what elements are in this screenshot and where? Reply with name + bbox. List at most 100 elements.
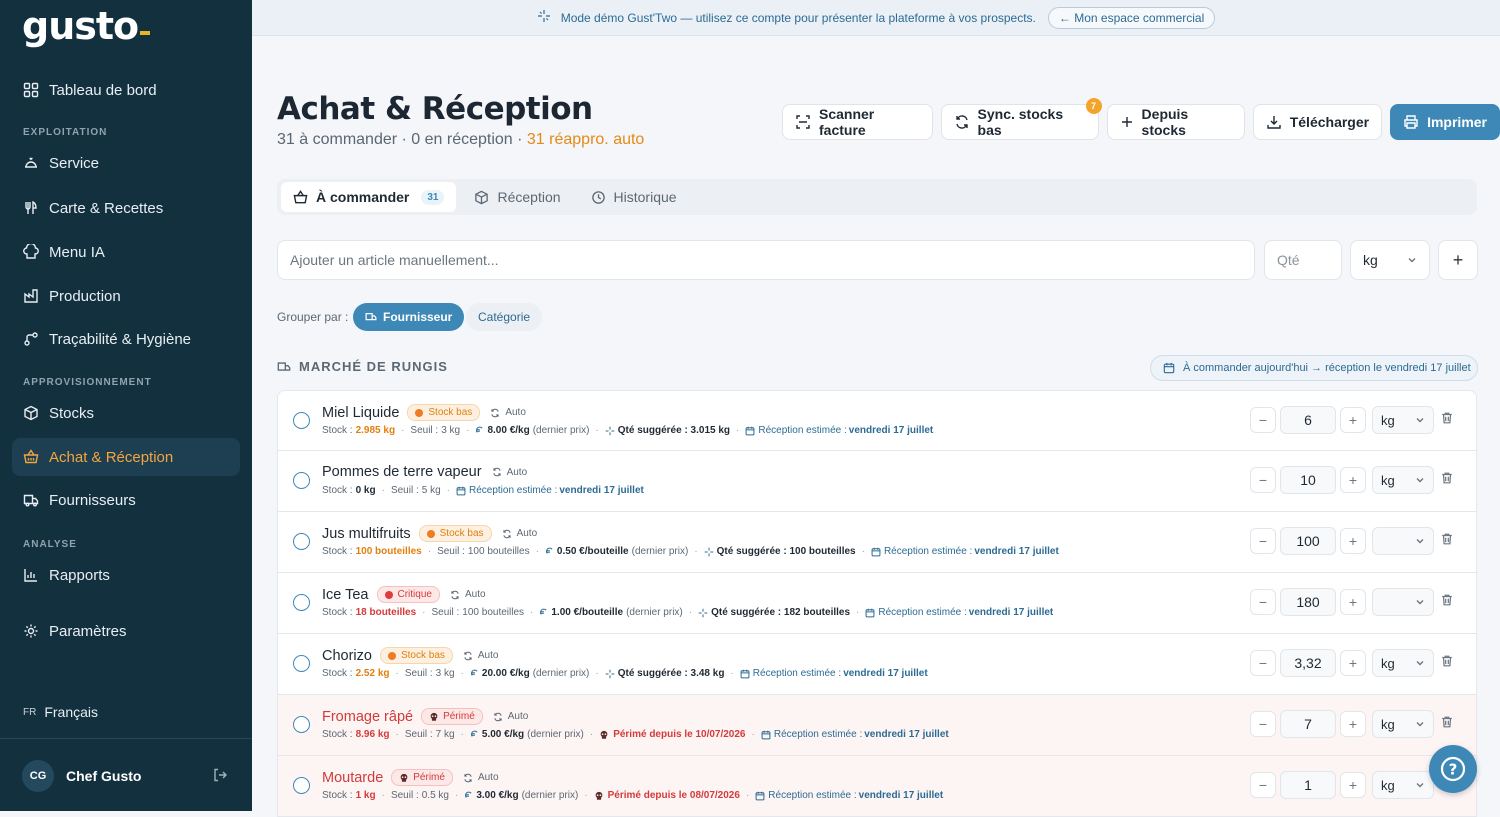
download-button[interactable]: Télécharger xyxy=(1252,104,1383,140)
trash-icon[interactable] xyxy=(1440,715,1454,729)
quantity-input[interactable]: 1 xyxy=(1280,771,1336,799)
quantity-input[interactable]: 6 xyxy=(1280,406,1336,434)
decrement-button[interactable]: − xyxy=(1250,589,1276,615)
item-details: Stock : 18 bouteilles · Seuil : 100 boutei… xyxy=(322,607,1054,618)
sidebar-item-stocks[interactable]: Stocks xyxy=(12,394,240,432)
scan-invoice-button[interactable]: Scanner facture xyxy=(782,104,933,140)
status-badge: Stock bas xyxy=(379,647,453,664)
increment-button[interactable]: + xyxy=(1340,711,1366,737)
price-note: (dernier prix) xyxy=(532,425,590,436)
decrement-button[interactable]: − xyxy=(1250,711,1276,737)
print-button[interactable]: Imprimer xyxy=(1390,104,1500,140)
decrement-button[interactable]: − xyxy=(1250,407,1276,433)
decrement-button[interactable]: − xyxy=(1250,528,1276,554)
quantity-input[interactable]: 7 xyxy=(1280,710,1336,738)
printer-icon xyxy=(1403,114,1419,130)
sidebar-divider xyxy=(0,738,252,739)
chevron-down-icon xyxy=(1415,536,1425,546)
truck-icon xyxy=(277,360,291,374)
gusto-logo[interactable]: gusto xyxy=(22,4,151,48)
increment-button[interactable]: + xyxy=(1340,467,1366,493)
row-select-radio[interactable] xyxy=(293,594,310,611)
add-unit-select[interactable]: kg xyxy=(1350,240,1430,280)
sidebar-item-menu-ia[interactable]: Menu IA xyxy=(12,233,240,271)
decrement-button[interactable]: − xyxy=(1250,772,1276,798)
download-icon xyxy=(1266,114,1282,130)
unit-select[interactable]: kg xyxy=(1372,649,1434,677)
tab-reception[interactable]: Réception xyxy=(462,182,572,212)
increment-button[interactable]: + xyxy=(1340,589,1366,615)
logout-icon[interactable] xyxy=(212,767,230,785)
box-icon xyxy=(22,404,40,422)
quantity-input[interactable]: 10 xyxy=(1280,466,1336,494)
user-profile[interactable]: CG Chef Gusto xyxy=(22,760,141,792)
sidebar-item-production[interactable]: Production xyxy=(12,277,240,315)
sidebar-item-tracabilite[interactable]: Traçabilité & Hygiène xyxy=(12,320,240,358)
add-item-input[interactable]: Ajouter un article manuellement... xyxy=(277,240,1255,280)
row-select-radio[interactable] xyxy=(293,412,310,429)
unit-select[interactable] xyxy=(1372,527,1434,555)
row-select-radio[interactable] xyxy=(293,716,310,733)
table-row: Chorizo Stock bas Auto Stock : 2.52 kg · Seui… xyxy=(277,634,1477,695)
row-select-radio[interactable] xyxy=(293,472,310,489)
sidebar-item-fournisseurs[interactable]: Fournisseurs xyxy=(12,481,240,519)
suggested-qty: Qté suggérée : 100 bouteilles xyxy=(716,546,856,557)
sidebar-item-rapports[interactable]: Rapports xyxy=(12,556,240,594)
trace-icon xyxy=(22,330,40,348)
commercial-space-button[interactable]: ← Mon espace commercial xyxy=(1047,6,1216,29)
trash-icon[interactable] xyxy=(1440,532,1454,546)
sidebar-item-service[interactable]: Service xyxy=(12,144,240,182)
sidebar-item-label: Carte & Recettes xyxy=(49,199,164,217)
sidebar-item-parametres[interactable]: Paramètres xyxy=(12,612,240,650)
refresh-icon xyxy=(450,590,460,600)
add-qty-input[interactable]: Qté xyxy=(1264,240,1342,280)
price-note: (dernier prix) xyxy=(521,790,579,801)
unit-select[interactable] xyxy=(1372,588,1434,616)
decrement-button[interactable]: − xyxy=(1250,467,1276,493)
quantity-input[interactable]: 3,32 xyxy=(1280,649,1336,677)
sidebar-item-achat-reception[interactable]: Achat & Réception xyxy=(12,438,240,476)
status-dot-icon xyxy=(384,590,393,599)
table-row: Jus multifruits Stock bas Auto Stock : 100 … xyxy=(277,512,1477,573)
row-select-radio[interactable] xyxy=(293,655,310,672)
language-selector[interactable]: FR Français xyxy=(23,704,98,720)
tab-historique[interactable]: Historique xyxy=(579,182,689,212)
sidebar-item-label: Rapports xyxy=(49,566,110,584)
increment-button[interactable]: + xyxy=(1340,528,1366,554)
item-details: Stock : 8.96 kg · Seuil : 7 kg · 5.00 €/kg (d… xyxy=(322,729,949,740)
from-stock-button[interactable]: Depuis stocks xyxy=(1106,104,1245,140)
unit-select[interactable]: kg xyxy=(1372,466,1434,494)
unit-select[interactable]: kg xyxy=(1372,406,1434,434)
group-by-supplier-chip[interactable]: Fournisseur xyxy=(353,303,465,331)
row-select-radio[interactable] xyxy=(293,533,310,550)
trash-icon[interactable] xyxy=(1440,654,1454,668)
trash-icon[interactable] xyxy=(1440,411,1454,425)
quantity-stepper: −10 + kg xyxy=(1250,466,1434,494)
unit-select[interactable]: kg xyxy=(1372,771,1434,799)
quantity-stepper: −1 + kg xyxy=(1250,771,1434,799)
page-subtitle: 31 à commander · 0 en réception · 31 réa… xyxy=(277,131,645,148)
trash-icon[interactable] xyxy=(1440,593,1454,607)
status-dot-icon xyxy=(387,651,396,660)
increment-button[interactable]: + xyxy=(1340,650,1366,676)
tab-a-commander[interactable]: À commander 31 xyxy=(281,182,457,212)
demo-banner: Mode démo Gust'Two — utilisez ce compte … xyxy=(252,0,1500,36)
table-row: Miel Liquide Stock bas Auto Stock : 2.985 k… xyxy=(277,390,1477,451)
decrement-button[interactable]: − xyxy=(1250,650,1276,676)
quantity-input[interactable]: 100 xyxy=(1280,527,1336,555)
group-by-category-chip[interactable]: Catégorie xyxy=(466,303,543,331)
increment-button[interactable]: + xyxy=(1340,407,1366,433)
sidebar-item-dashboard[interactable]: Tableau de bord xyxy=(12,71,240,109)
stock-value: 100 bouteilles xyxy=(355,546,422,557)
help-button[interactable]: ? xyxy=(1429,745,1477,793)
sidebar-item-carte-recettes[interactable]: Carte & Recettes xyxy=(12,189,240,227)
sync-low-stock-button[interactable]: Sync. stocks bas 7 xyxy=(940,98,1102,140)
row-select-radio[interactable] xyxy=(293,777,310,794)
sidebar-item-label: Achat & Réception xyxy=(49,448,174,466)
increment-button[interactable]: + xyxy=(1340,772,1366,798)
stock-value: 1 kg xyxy=(355,790,376,801)
add-item-button[interactable]: + xyxy=(1438,240,1478,280)
trash-icon[interactable] xyxy=(1440,471,1454,485)
unit-select[interactable]: kg xyxy=(1372,710,1434,738)
quantity-input[interactable]: 180 xyxy=(1280,588,1336,616)
